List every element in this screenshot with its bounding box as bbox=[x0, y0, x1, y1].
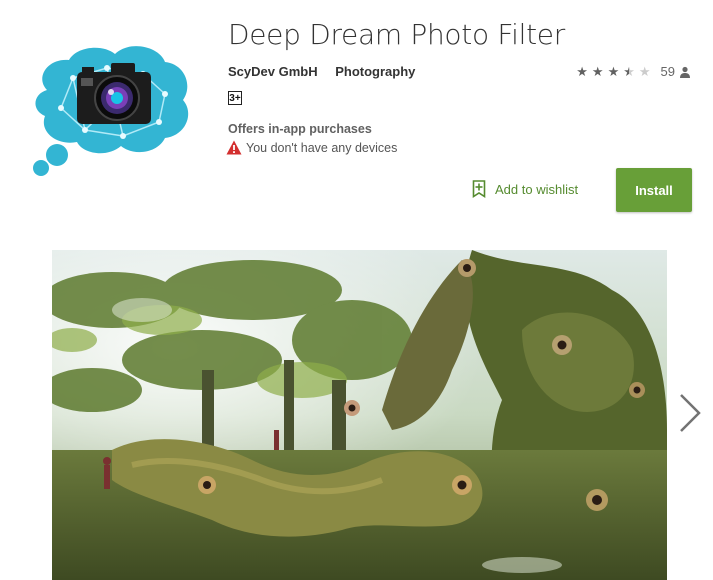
app-screenshot[interactable] bbox=[52, 250, 667, 580]
in-app-purchases-label: Offers in-app purchases bbox=[228, 122, 372, 136]
star-icon: ★ bbox=[591, 63, 604, 79]
chevron-right-icon[interactable] bbox=[677, 393, 703, 433]
app-meta: ScyDev GmbH Photography bbox=[228, 64, 415, 79]
app-title: Deep Dream Photo Filter bbox=[228, 18, 565, 51]
bookmark-add-icon bbox=[472, 180, 486, 198]
star-half-icon: ★ bbox=[623, 63, 635, 79]
warning-icon bbox=[226, 140, 242, 155]
device-warning: You don't have any devices bbox=[226, 140, 397, 155]
app-icon bbox=[33, 46, 189, 176]
wishlist-label: Add to wishlist bbox=[495, 181, 579, 197]
person-icon bbox=[680, 66, 690, 78]
rating-summary: ★ ★ ★ ★ ★ 59 bbox=[576, 64, 691, 79]
device-warning-text: You don't have any devices bbox=[246, 140, 398, 155]
install-button[interactable]: Install bbox=[616, 168, 692, 212]
star-icon: ★ bbox=[576, 63, 588, 79]
star-icon: ★ bbox=[607, 63, 620, 79]
add-to-wishlist-button[interactable]: Add to wishlist bbox=[472, 180, 578, 198]
rating-count: 59 bbox=[660, 64, 675, 79]
developer-link[interactable]: ScyDev GmbH bbox=[228, 64, 318, 79]
star-empty-icon: ★ bbox=[638, 63, 651, 79]
content-rating-badge: 3+ bbox=[228, 91, 242, 105]
category-link[interactable]: Photography bbox=[335, 64, 415, 79]
